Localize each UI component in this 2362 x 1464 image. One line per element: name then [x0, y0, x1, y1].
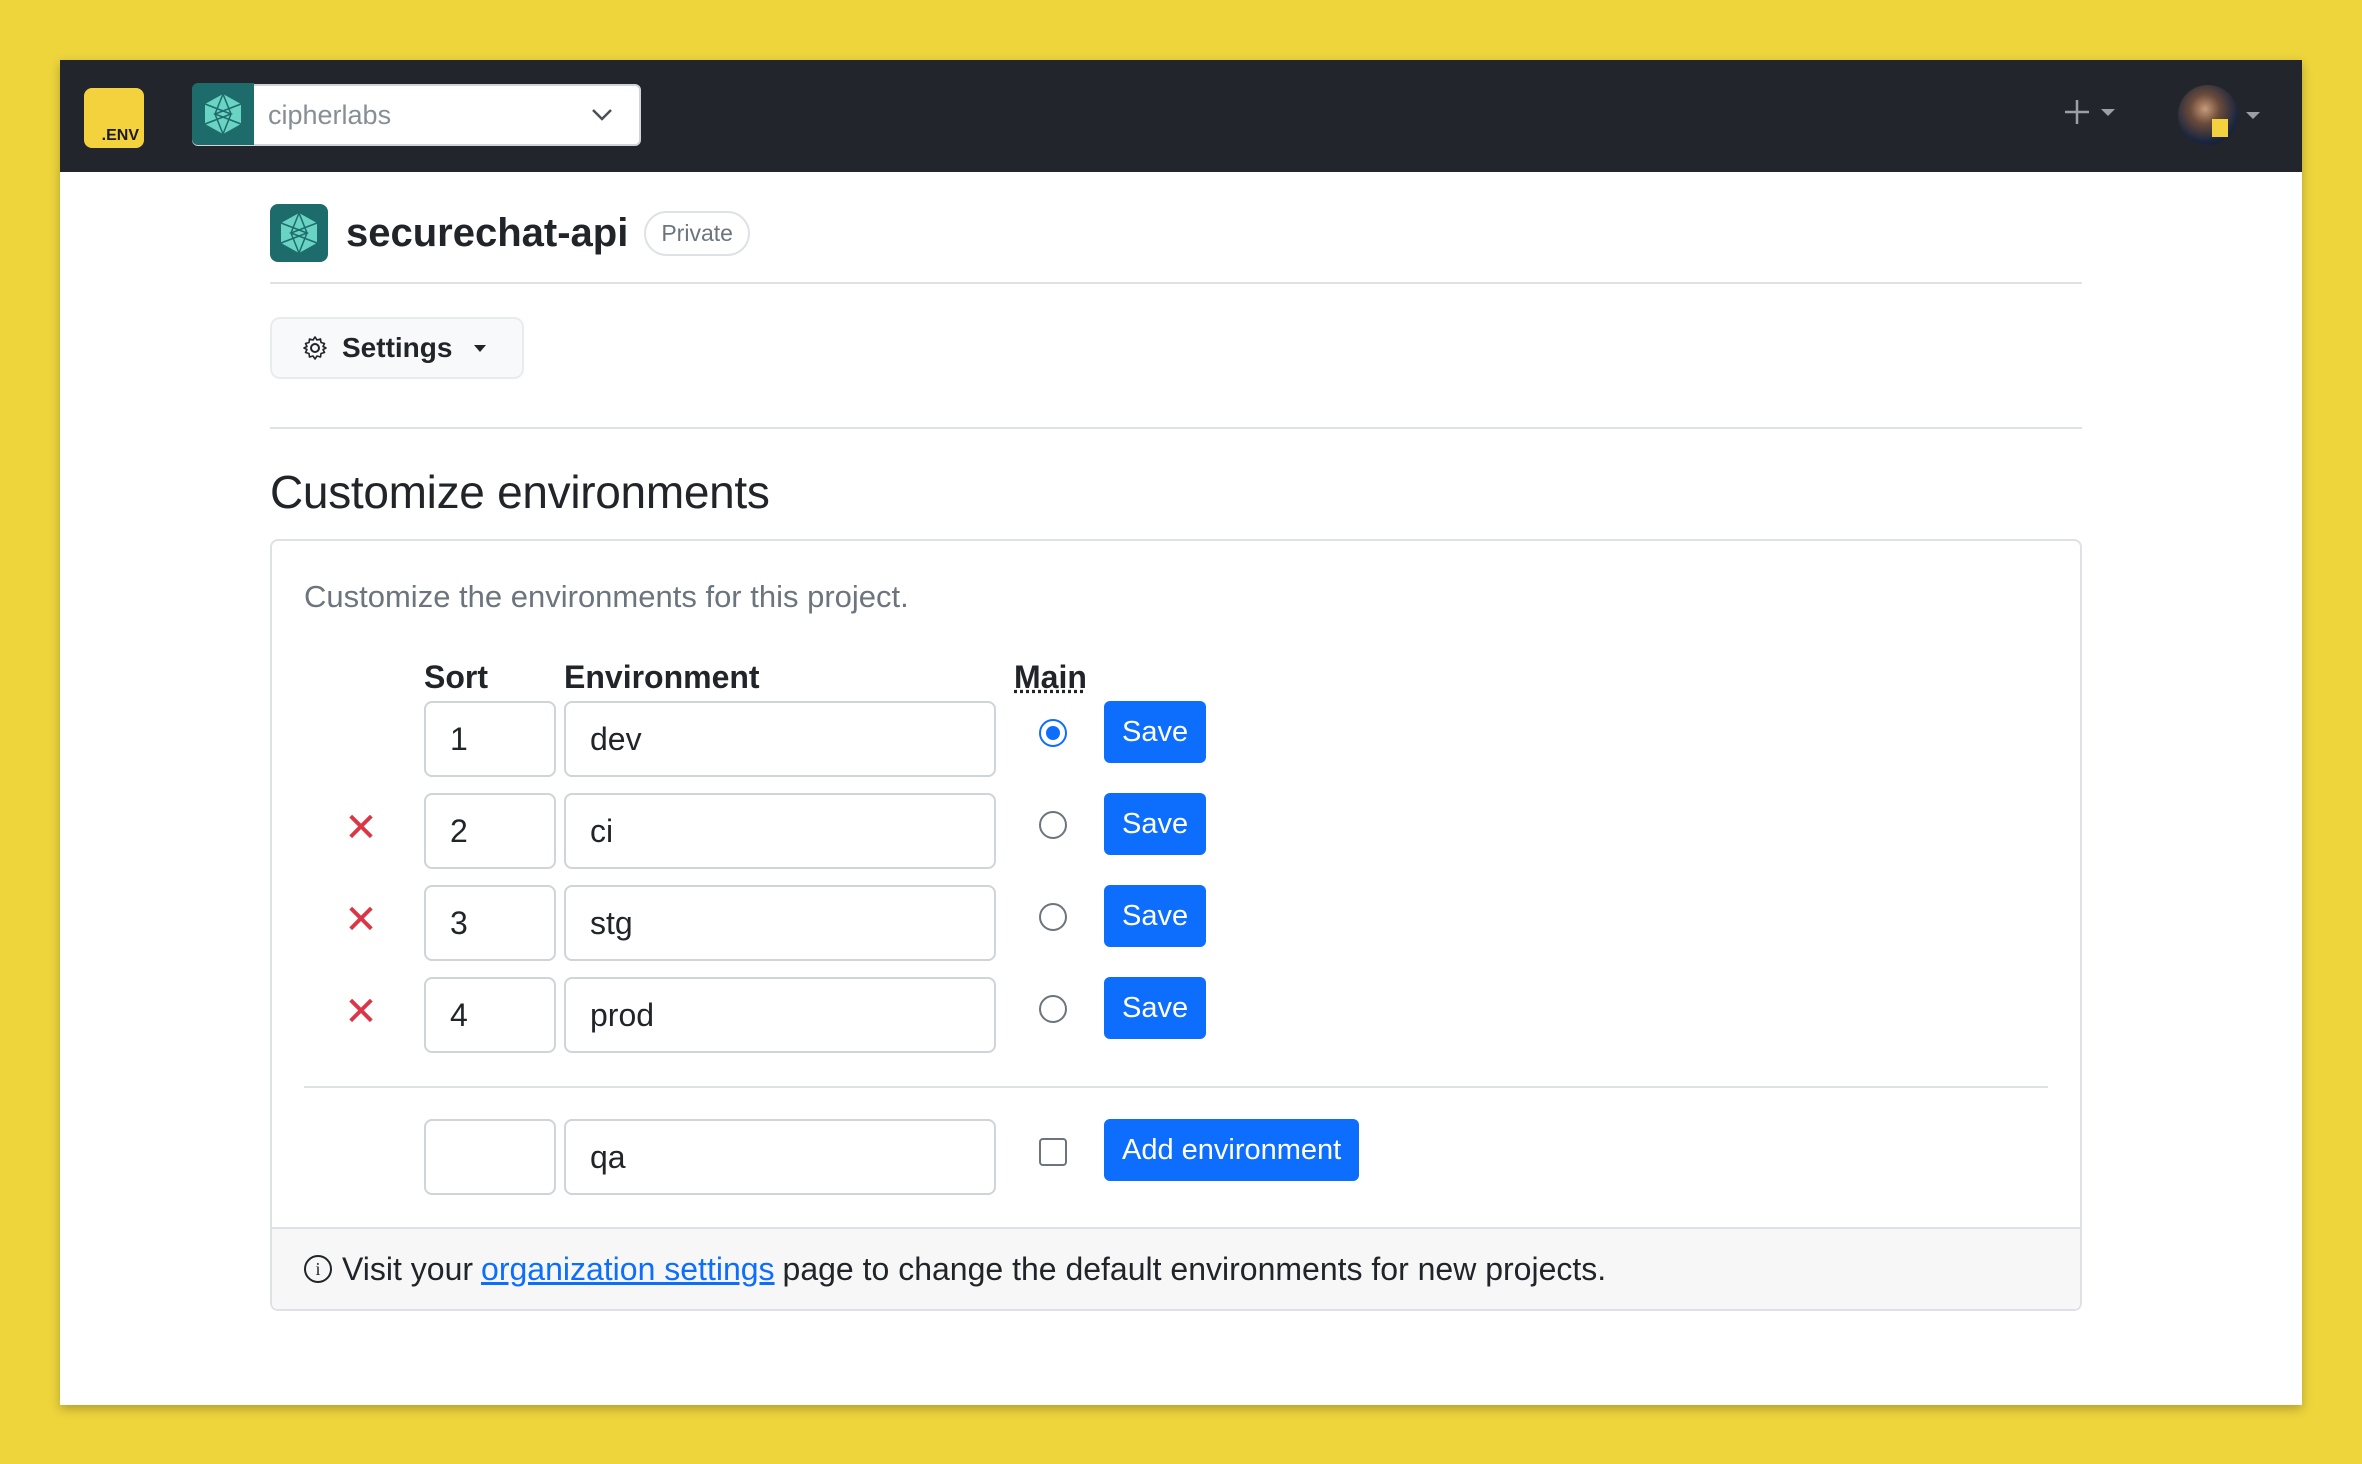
close-icon[interactable]: ✕: [344, 808, 378, 848]
save-button[interactable]: Save: [1104, 701, 1207, 763]
main-content: securechat-api Private Settings Customiz…: [270, 172, 2082, 1311]
dotenv-logo-icon[interactable]: .ENV: [84, 88, 144, 148]
avatar: [2178, 85, 2238, 145]
app-window: .ENV cipherlabs securechat-api Private S…: [60, 60, 2302, 1405]
avatar-badge: [2212, 119, 2228, 137]
environment-row: ✕ 3 stg Save: [272, 885, 2080, 961]
gear-icon: [303, 336, 327, 360]
info-icon: i: [304, 1255, 332, 1283]
main-radio[interactable]: [1039, 995, 1067, 1023]
card-footer: i Visit your organization settings page …: [272, 1227, 2080, 1309]
new-sort-input[interactable]: [424, 1119, 556, 1195]
environments-card: Customize the environments for this proj…: [270, 539, 2082, 1311]
environment-name-input[interactable]: prod: [564, 977, 996, 1053]
environment-row: 1 dev Save: [272, 701, 2080, 777]
card-description: Customize the environments for this proj…: [304, 579, 909, 614]
caret-down-icon: [2246, 111, 2260, 119]
column-header-sort: Sort: [424, 659, 488, 695]
save-button[interactable]: Save: [1104, 977, 1207, 1039]
new-environment-row: qa Add environment: [272, 1119, 2080, 1195]
close-icon[interactable]: ✕: [344, 992, 378, 1032]
close-icon[interactable]: ✕: [344, 900, 378, 940]
main-checkbox[interactable]: [1039, 1138, 1067, 1166]
org-select-value: cipherlabs: [268, 99, 392, 130]
plus-icon: [2065, 100, 2089, 124]
main-radio[interactable]: [1039, 903, 1067, 931]
section-title: Customize environments: [270, 466, 770, 518]
project-header: securechat-api Private: [270, 164, 2082, 284]
environment-name-input[interactable]: dev: [564, 701, 996, 777]
main-radio[interactable]: [1039, 811, 1067, 839]
environment-name-input[interactable]: ci: [564, 793, 996, 869]
caret-down-icon: [2101, 108, 2115, 116]
chevron-down-icon: [592, 109, 612, 121]
sort-input[interactable]: 4: [424, 977, 556, 1053]
save-button[interactable]: Save: [1104, 885, 1207, 947]
environment-row: ✕ 4 prod Save: [272, 977, 2080, 1053]
visibility-badge: Private: [644, 210, 750, 256]
sort-input[interactable]: 3: [424, 885, 556, 961]
sort-input[interactable]: 2: [424, 793, 556, 869]
settings-label: Settings: [342, 332, 453, 363]
organization-settings-link[interactable]: organization settings: [481, 1251, 775, 1288]
org-select[interactable]: cipherlabs: [192, 83, 641, 146]
save-button[interactable]: Save: [1104, 793, 1207, 855]
footer-text-prefix: Visit your: [342, 1250, 474, 1287]
top-navbar: .ENV cipherlabs: [60, 60, 2302, 172]
settings-dropdown-button[interactable]: Settings: [270, 317, 524, 379]
page-title[interactable]: securechat-api: [346, 211, 628, 256]
caret-down-icon: [474, 344, 487, 352]
main-radio[interactable]: [1039, 719, 1067, 747]
hexagon-logo-icon: [192, 83, 254, 145]
add-environment-button[interactable]: Add environment: [1104, 1119, 1360, 1181]
environment-name-input[interactable]: stg: [564, 885, 996, 961]
footer-text-suffix: page to change the default environments …: [782, 1250, 1607, 1287]
column-header-environment: Environment: [564, 659, 760, 695]
logo-text: .ENV: [101, 127, 139, 144]
column-header-main: Main: [1014, 659, 1087, 695]
hexagon-logo-icon: [270, 204, 328, 262]
divider: [270, 427, 2082, 429]
sort-input[interactable]: 1: [424, 701, 556, 777]
new-environment-name-input[interactable]: qa: [564, 1119, 996, 1195]
user-menu[interactable]: [2178, 85, 2260, 145]
environment-row: ✕ 2 ci Save: [272, 793, 2080, 869]
divider: [304, 1086, 2048, 1088]
create-new-dropdown[interactable]: [2063, 98, 2115, 126]
